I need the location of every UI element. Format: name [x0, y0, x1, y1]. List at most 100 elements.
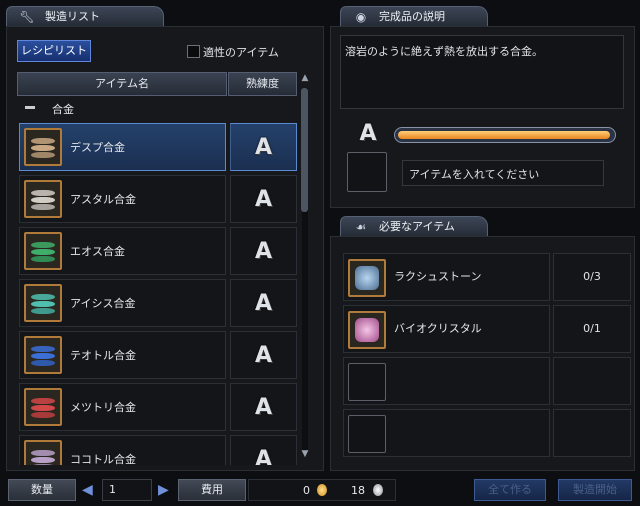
- required-item-count: [553, 357, 631, 405]
- recipe-name: ココトル合金: [70, 453, 136, 465]
- empty-item-slot[interactable]: [348, 415, 386, 453]
- recipe-name: デスプ合金: [70, 141, 125, 154]
- recipe-list-button[interactable]: レシピリスト: [17, 40, 91, 62]
- column-header-item-name[interactable]: アイテム名: [17, 72, 227, 96]
- quantity-value: 1: [109, 483, 116, 496]
- alloy-ingot-icon: [24, 284, 62, 322]
- empty-item-slot[interactable]: [348, 363, 386, 401]
- description-text: 溶岩のように絶えず熱を放出する合金。: [345, 45, 543, 58]
- recipe-row[interactable]: ココトル合金 A: [19, 435, 297, 465]
- recipe-name: メツトリ合金: [70, 401, 136, 414]
- bio-crystal-icon: [348, 311, 386, 349]
- alloy-ingot-icon: [24, 232, 62, 270]
- required-item-row[interactable]: バイオクリスタル 0/1: [343, 305, 631, 353]
- insert-item-placeholder: アイテムを入れてください: [409, 168, 540, 181]
- recipe-list-title: 製造リスト: [45, 10, 100, 23]
- proficiency-grade: A: [254, 187, 273, 212]
- start-crafting-button[interactable]: 製造開始: [558, 479, 632, 501]
- recipe-grade-cell[interactable]: A: [230, 123, 297, 171]
- alloy-ingot-icon: [24, 336, 62, 374]
- scroll-thumb[interactable]: [301, 88, 308, 212]
- alloy-ingot-icon: [24, 440, 62, 465]
- required-item-cell[interactable]: バイオクリスタル: [343, 305, 550, 353]
- recipe-list-tab: 🔧︎ 製造リスト: [6, 6, 164, 26]
- required-item-row[interactable]: [343, 409, 631, 457]
- recipe-grade-cell[interactable]: A: [230, 227, 297, 275]
- recipe-row[interactable]: メツトリ合金 A: [19, 383, 297, 431]
- required-item-row[interactable]: [343, 357, 631, 405]
- recipe-grade-cell[interactable]: A: [230, 331, 297, 379]
- quantity-decrease-button[interactable]: ◀: [82, 479, 94, 501]
- quantity-increase-button[interactable]: ▶: [158, 479, 170, 501]
- recipe-name: テオトル合金: [70, 349, 136, 362]
- quantity-label: 数量: [8, 479, 76, 501]
- cost-label: 費用: [178, 479, 246, 501]
- suitable-items-label: 適性のアイテム: [203, 46, 279, 59]
- required-item-count: [553, 409, 631, 457]
- make-all-button[interactable]: 全て作る: [474, 479, 546, 501]
- recipe-name-cell[interactable]: メツトリ合金: [19, 383, 226, 431]
- category-label: 合金: [52, 103, 74, 116]
- gold-cost: 0: [303, 484, 310, 497]
- recipe-grade-cell[interactable]: A: [230, 279, 297, 327]
- required-item-name: ラクシュストーン: [394, 270, 482, 283]
- recipe-row[interactable]: デスプ合金 A: [19, 123, 297, 171]
- result-item-slot[interactable]: [347, 152, 387, 192]
- recipe-row[interactable]: アスタル合金 A: [19, 175, 297, 223]
- proficiency-grade: A: [254, 447, 273, 465]
- proficiency-grade: A: [254, 135, 273, 160]
- required-item-cell[interactable]: ラクシュストーン: [343, 253, 550, 301]
- recipe-row[interactable]: アイシス合金 A: [19, 279, 297, 327]
- alloy-ingot-icon: [24, 388, 62, 426]
- recipe-name: エオス合金: [70, 245, 125, 258]
- description-tab: ◉ 完成品の説明: [340, 6, 488, 26]
- recipe-row[interactable]: テオトル合金 A: [19, 331, 297, 379]
- scroll-up-icon[interactable]: ▲: [299, 72, 311, 84]
- required-item-row[interactable]: ラクシュストーン 0/3: [343, 253, 631, 301]
- recipe-name-cell[interactable]: アスタル合金: [19, 175, 226, 223]
- recipe-grade-cell[interactable]: A: [230, 435, 297, 465]
- collapse-icon[interactable]: [25, 106, 35, 109]
- recipe-name: アイシス合金: [70, 297, 136, 310]
- recipe-name-cell[interactable]: デスプ合金: [19, 123, 226, 171]
- silver-coin-icon: [373, 484, 383, 496]
- gold-coin-icon: [317, 484, 327, 496]
- scroll-down-icon[interactable]: ▼: [299, 448, 311, 460]
- required-item-name: バイオクリスタル: [394, 322, 482, 335]
- required-item-cell[interactable]: [343, 357, 550, 405]
- column-header-proficiency[interactable]: 熟練度: [228, 72, 297, 96]
- info-icon: ◉: [355, 10, 367, 24]
- recipe-name-cell[interactable]: ココトル合金: [19, 435, 226, 465]
- recipe-name-cell[interactable]: アイシス合金: [19, 279, 226, 327]
- result-grade: A: [359, 121, 377, 146]
- description-title: 完成品の説明: [379, 10, 445, 23]
- recipe-grade-cell[interactable]: A: [230, 383, 297, 431]
- required-items-title: 必要なアイテム: [379, 220, 455, 233]
- proficiency-grade: A: [254, 291, 273, 316]
- proficiency-grade: A: [254, 395, 273, 420]
- quantity-input[interactable]: 1: [102, 479, 152, 501]
- required-item-cell[interactable]: [343, 409, 550, 457]
- recipe-row[interactable]: エオス合金 A: [19, 227, 297, 275]
- alloy-ingot-icon: [24, 128, 62, 166]
- alloy-ingot-icon: [24, 180, 62, 218]
- recipe-name: アスタル合金: [70, 193, 136, 206]
- wrench-icon: 🔧︎: [19, 10, 35, 24]
- proficiency-grade: A: [254, 343, 273, 368]
- recipe-list-scrollbar[interactable]: ▲ ▼: [298, 72, 312, 465]
- bag-icon: ☙: [355, 220, 367, 234]
- required-items-tab: ☙ 必要なアイテム: [340, 216, 488, 236]
- progress-fill: [398, 131, 610, 139]
- required-item-count: 0/3: [553, 253, 631, 301]
- laksha-stone-icon: [348, 259, 386, 297]
- recipe-grade-cell[interactable]: A: [230, 175, 297, 223]
- recipe-name-cell[interactable]: テオトル合金: [19, 331, 226, 379]
- description-box: 溶岩のように絶えず熱を放出する合金。: [340, 35, 624, 109]
- insert-item-field[interactable]: アイテムを入れてください: [402, 160, 604, 186]
- category-alloy[interactable]: 合金: [19, 98, 295, 118]
- suitable-items-checkbox[interactable]: [187, 45, 200, 58]
- silver-cost: 18: [351, 484, 365, 497]
- cost-display: 0 18: [248, 479, 396, 501]
- progress-bar: [394, 127, 616, 143]
- recipe-name-cell[interactable]: エオス合金: [19, 227, 226, 275]
